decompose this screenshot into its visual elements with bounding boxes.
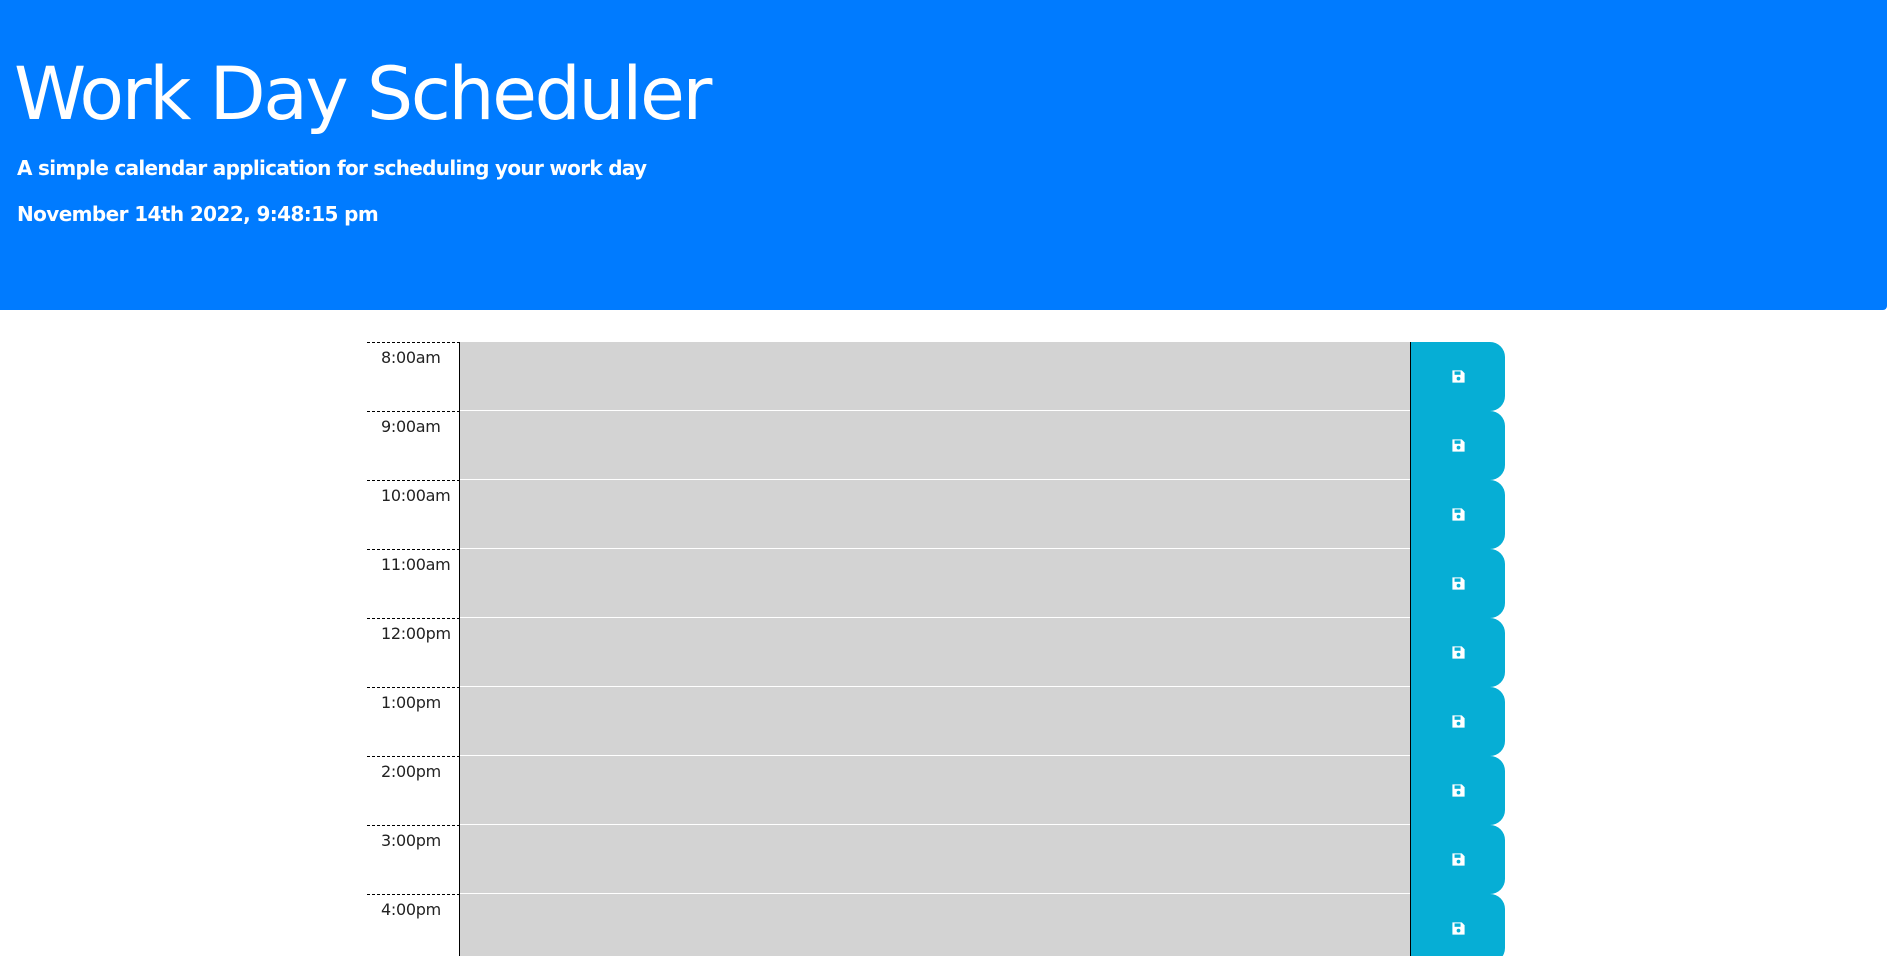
save-icon: [1451, 852, 1466, 867]
event-description-input[interactable]: [460, 825, 1410, 894]
save-icon: [1451, 921, 1466, 936]
save-button[interactable]: [1410, 825, 1505, 894]
time-block-row: 8:00am: [367, 342, 1507, 411]
event-description-input[interactable]: [460, 687, 1410, 756]
hour-label: 3:00pm: [367, 825, 460, 894]
event-description-input[interactable]: [460, 549, 1410, 618]
hour-label: 2:00pm: [367, 756, 460, 825]
hour-label: 8:00am: [367, 342, 460, 411]
save-icon: [1451, 507, 1466, 522]
scheduler-page: Work Day Scheduler A simple calendar app…: [0, 0, 1892, 956]
event-description-input[interactable]: [460, 618, 1410, 687]
save-button[interactable]: [1410, 756, 1505, 825]
save-button[interactable]: [1410, 411, 1505, 480]
page-subtitle: A simple calendar application for schedu…: [17, 156, 647, 180]
time-block-row: 12:00pm: [367, 618, 1507, 687]
hour-label: 12:00pm: [367, 618, 460, 687]
hour-label: 1:00pm: [367, 687, 460, 756]
save-button[interactable]: [1410, 480, 1505, 549]
event-description-input[interactable]: [460, 756, 1410, 825]
event-description-input[interactable]: [460, 411, 1410, 480]
time-block-row: 9:00am: [367, 411, 1507, 480]
save-button[interactable]: [1410, 342, 1505, 411]
header-jumbotron: Work Day Scheduler A simple calendar app…: [0, 0, 1887, 310]
event-description-input[interactable]: [460, 342, 1410, 411]
save-icon: [1451, 714, 1466, 729]
event-description-input[interactable]: [460, 480, 1410, 549]
save-icon: [1451, 645, 1466, 660]
event-description-input[interactable]: [460, 894, 1410, 956]
time-block-row: 11:00am: [367, 549, 1507, 618]
hour-label: 4:00pm: [367, 894, 460, 956]
save-icon: [1451, 783, 1466, 798]
page-scrollbar[interactable]: [1887, 0, 1892, 956]
time-block-row: 1:00pm: [367, 687, 1507, 756]
time-block-row: 3:00pm: [367, 825, 1507, 894]
current-datetime: November 14th 2022, 9:48:15 pm: [17, 202, 379, 226]
save-button[interactable]: [1410, 549, 1505, 618]
time-block-row: 2:00pm: [367, 756, 1507, 825]
save-icon: [1451, 576, 1466, 591]
hour-label: 11:00am: [367, 549, 460, 618]
save-icon: [1451, 438, 1466, 453]
hour-label: 9:00am: [367, 411, 460, 480]
save-button[interactable]: [1410, 894, 1505, 956]
save-icon: [1451, 369, 1466, 384]
save-button[interactable]: [1410, 618, 1505, 687]
time-block-row: 10:00am: [367, 480, 1507, 549]
save-button[interactable]: [1410, 687, 1505, 756]
page-title: Work Day Scheduler: [14, 52, 712, 137]
time-block-row: 4:00pm: [367, 894, 1507, 956]
time-block-container: 8:00am 9:00am 10:00am 11:00am 12:00pm 1:…: [367, 342, 1507, 956]
hour-label: 10:00am: [367, 480, 460, 549]
